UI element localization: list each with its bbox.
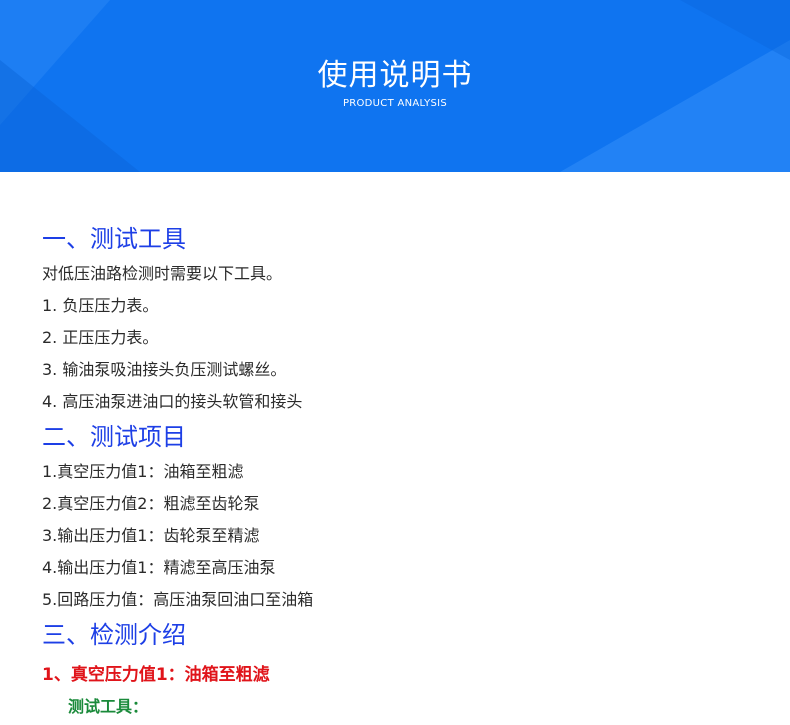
section-heading-items: 二、测试项目: [42, 423, 186, 451]
test-item-5: 5.回路压力值：高压油泵回油口至油箱: [42, 590, 314, 609]
tool-item-3: 3. 输油泵吸油接头负压测试螺丝。: [42, 360, 287, 379]
tool-item-4: 4. 高压油泵进油口的接头软管和接头: [42, 392, 303, 411]
test-item-3: 3.输出压力值1：齿轮泵至精滤: [42, 526, 260, 545]
tools-intro: 对低压油路检测时需要以下工具。: [42, 264, 283, 283]
test-item-2: 2.真空压力值2：粗滤至齿轮泵: [42, 494, 260, 513]
detection-tools-label: 测试工具：: [68, 697, 149, 716]
section-heading-detection: 三、检测介绍: [42, 621, 186, 649]
section-heading-tools: 一、测试工具: [42, 225, 186, 253]
tool-item-2: 2. 正压压力表。: [42, 328, 159, 347]
banner-title: 使用说明书: [317, 58, 473, 93]
test-item-4: 4.输出压力值1：精滤至高压油泵: [42, 558, 276, 577]
header-banner: 使用说明书 PRODUCT ANALYSIS: [0, 0, 790, 172]
detection-subheading-vacuum-1: 1、真空压力值1：油箱至粗滤: [42, 665, 270, 685]
document-body: 一、测试工具 对低压油路检测时需要以下工具。 1. 负压压力表。 2. 正压压力…: [42, 220, 782, 722]
test-item-1: 1.真空压力值1：油箱至粗滤: [42, 462, 244, 481]
banner-subtitle: PRODUCT ANALYSIS: [342, 98, 448, 109]
tool-item-1: 1. 负压压力表。: [42, 296, 159, 315]
